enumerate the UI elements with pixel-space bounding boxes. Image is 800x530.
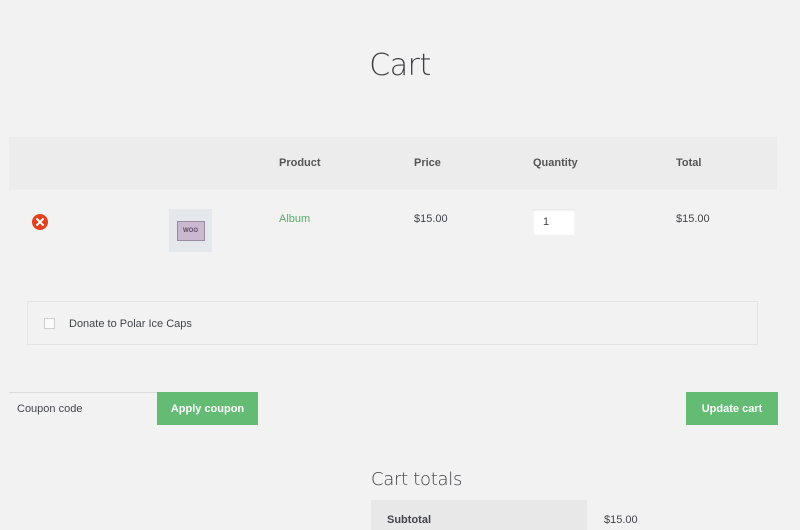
product-total: $15.00 <box>676 213 710 225</box>
cart-totals-title: Cart totals <box>371 469 463 490</box>
checkbox-icon[interactable] <box>44 318 55 329</box>
donation-row: Donate to Polar Ice Caps <box>27 301 758 345</box>
header-quantity: Quantity <box>533 157 578 169</box>
quantity-input[interactable] <box>533 209 575 235</box>
update-cart-button[interactable]: Update cart <box>686 392 778 425</box>
totals-subtotal-header: Subtotal <box>371 500 587 530</box>
coupon-code-input[interactable] <box>9 392 157 425</box>
product-thumbnail-image: WOO <box>176 220 205 241</box>
product-thumbnail[interactable]: WOO <box>169 209 212 252</box>
apply-coupon-button[interactable]: Apply coupon <box>157 392 258 425</box>
product-price: $15.00 <box>414 213 448 225</box>
header-product: Product <box>279 157 321 169</box>
header-total: Total <box>676 157 702 169</box>
cart-table-header: Product Price Quantity Total <box>9 137 777 190</box>
remove-circle-icon[interactable] <box>32 214 48 230</box>
donation-label[interactable]: Donate to Polar Ice Caps <box>69 318 192 330</box>
subtotal-value: $15.00 <box>604 514 638 526</box>
page-title: Cart <box>369 48 431 84</box>
product-name-link[interactable]: Album <box>279 213 310 225</box>
subtotal-label: Subtotal <box>387 514 431 526</box>
header-price: Price <box>414 157 441 169</box>
